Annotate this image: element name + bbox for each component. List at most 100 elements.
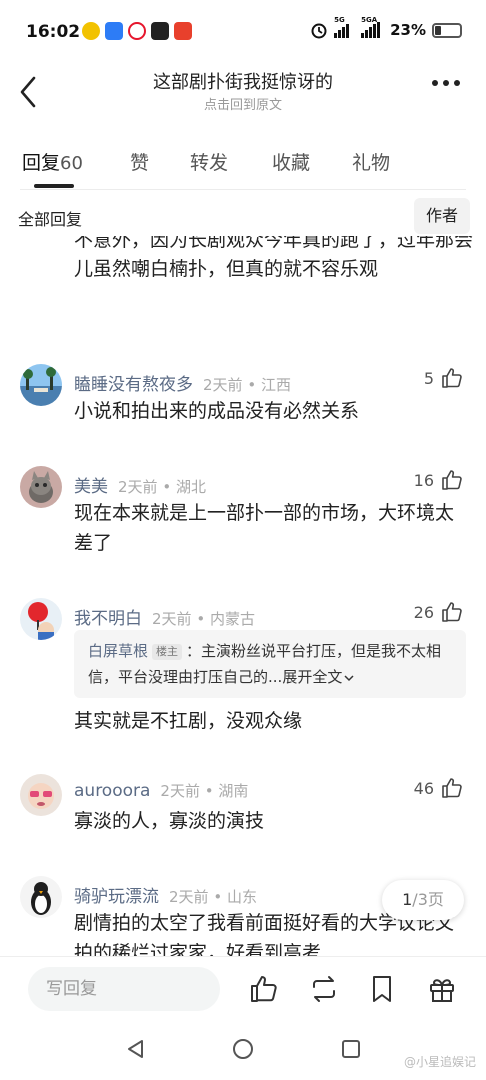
gift-icon[interactable] [426, 973, 458, 1005]
location-text: 内蒙古 [209, 610, 255, 628]
watermark: @小星追娱记 [403, 1055, 476, 1069]
author-filter-button[interactable]: 作者 [413, 198, 470, 234]
status-bar: 16:02 5G 5GA 23% [0, 0, 486, 62]
reply-input[interactable]: 写回复 [28, 967, 220, 1011]
signal-label: 5GA [361, 16, 378, 24]
battery-percent: 23% [390, 21, 426, 39]
status-time: 16:02 [26, 22, 81, 42]
commenter-name[interactable]: 骑驴玩漂流 [74, 887, 159, 907]
header: 这部剧扑街我挺惊讶的 点击回到原文 [0, 62, 486, 120]
repost-icon[interactable] [308, 973, 340, 1005]
all-replies-filter[interactable]: 全部回复 [18, 206, 82, 230]
location-text: 江西 [260, 376, 291, 394]
comment-meta: 美美 2天前 • 湖北 [74, 472, 206, 497]
bottom-action-bar: 写回复 [0, 957, 486, 1021]
dot [454, 80, 460, 86]
reply-author[interactable]: 白屏草根 [88, 642, 148, 660]
time-text: 2天前 [203, 376, 243, 394]
like-button[interactable]: 16 [414, 468, 464, 492]
current-page: 1 [402, 890, 413, 909]
comment-meta: 瞌睡没有熬夜多 2天前 • 江西 [74, 370, 291, 395]
signal-label: 5G [334, 16, 345, 24]
like-button[interactable]: 5 [424, 366, 464, 390]
divider [20, 189, 466, 190]
comment-text: 寡淡的人，寡淡的演技 [74, 810, 265, 832]
more-options-button[interactable] [432, 80, 460, 86]
app-notification-icon [105, 22, 123, 40]
avatar[interactable] [20, 598, 62, 640]
dot [443, 80, 449, 86]
like-count: 5 [423, 368, 434, 388]
reply-count: 60 [60, 153, 83, 174]
comment-meta: aurooora 2天前 • 湖南 [74, 780, 248, 801]
active-tab-indicator [34, 184, 74, 188]
avatar[interactable] [20, 364, 62, 406]
comment-time: 2天前 • 内蒙古 [152, 610, 255, 628]
like-icon[interactable] [248, 973, 280, 1005]
avatar[interactable] [20, 466, 62, 508]
like-count: 26 [413, 602, 434, 622]
tab-favorites[interactable]: 收藏 [272, 148, 310, 175]
quoted-reply[interactable]: 白屏草根 楼主 ：主演粉丝说平台打压，但是我不太相信，平台没理由打压自己的...展开… [74, 630, 466, 698]
tab-reposts[interactable]: 转发 [190, 148, 228, 175]
thumbs-up-icon [442, 470, 462, 490]
comment-list[interactable]: 不意外，因为长剧观众今年真的跑了，过年那会儿虽然嘲白楠扑，但真的就不容乐观 瞌睡… [0, 236, 486, 956]
comment-meta: 我不明白 2天前 • 内蒙古 [74, 604, 255, 629]
comment-meta: 骑驴玩漂流 2天前 • 山东 [74, 882, 257, 907]
time-text: 2天前 [152, 610, 192, 628]
comment-time: 2天前 • 江西 [203, 376, 291, 394]
signal-icon: 5GA [361, 16, 381, 38]
expand-link[interactable]: 展开全文 [282, 668, 342, 686]
bookmark-icon[interactable] [366, 973, 398, 1005]
page-indicator[interactable]: 1/3页 [382, 880, 464, 920]
like-count: 16 [413, 470, 434, 490]
location-text: 湖南 [218, 782, 249, 800]
time-text: 2天前 [169, 888, 209, 906]
location-text: 山东 [226, 888, 257, 906]
status-indicators: 5G 5GA 23% [310, 16, 462, 39]
like-count: 46 [413, 778, 434, 798]
alarm-icon [311, 23, 327, 39]
thumbs-up-icon [442, 602, 462, 622]
commenter-name[interactable]: 美美 [74, 477, 108, 497]
comment-time: 2天前 • 湖南 [160, 782, 249, 800]
thumbs-up-icon [442, 368, 462, 388]
total-pages: /3页 [412, 890, 444, 909]
tab-likes[interactable]: 赞 [130, 148, 149, 175]
commenter-name[interactable]: 我不明白 [74, 609, 142, 629]
tab-label: 回复 [22, 152, 61, 174]
signal-icon: 5G [334, 16, 350, 38]
nav-home-icon[interactable] [231, 1037, 255, 1061]
location-text: 湖北 [175, 478, 206, 496]
avatar[interactable] [20, 876, 62, 918]
page-title[interactable]: 这部剧扑街我挺惊讶的 [0, 68, 486, 94]
system-nav-bar: @小星追娱记 [0, 1021, 486, 1080]
chevron-down-icon [344, 674, 354, 681]
battery-icon [432, 22, 462, 38]
nav-recents-icon[interactable] [339, 1037, 363, 1061]
comment-text: 不意外，因为长剧观众今年真的跑了，过年那会儿虽然嘲白楠扑，但真的就不容乐观 [74, 236, 474, 280]
dot [432, 80, 438, 86]
tab-bar: 回复60 赞 转发 收藏 礼物 [0, 140, 486, 188]
app-notification-icon [82, 22, 100, 40]
nav-back-icon[interactable] [124, 1037, 148, 1061]
thumbs-up-icon [442, 778, 462, 798]
like-button[interactable]: 26 [414, 600, 464, 624]
time-text: 2天前 [160, 782, 200, 800]
partial-comment: 不意外，因为长剧观众今年真的跑了，过年那会儿虽然嘲白楠扑，但真的就不容乐观 [0, 236, 486, 326]
comment-time: 2天前 • 山东 [169, 888, 257, 906]
tab-gifts[interactable]: 礼物 [352, 148, 390, 175]
app-notification-icon [151, 22, 169, 40]
op-badge: 楼主 [152, 643, 183, 660]
like-button[interactable]: 46 [414, 776, 464, 800]
commenter-name[interactable]: aurooora [74, 781, 150, 801]
commenter-name[interactable]: 瞌睡没有熬夜多 [74, 375, 193, 395]
weibo-icon [128, 22, 146, 40]
avatar[interactable] [20, 774, 62, 816]
tab-replies[interactable]: 回复60 [22, 148, 83, 175]
comment-text: 其实就是不扛剧，没观众缘 [74, 710, 303, 732]
comment-text: 小说和拍出来的成品没有必然关系 [74, 400, 360, 422]
filter-row: 全部回复 作者 [0, 196, 486, 236]
comment-text: 现在本来就是上一部扑一部的市场，大环境太差了 [74, 502, 455, 554]
back-to-original-link[interactable]: 点击回到原文 [0, 94, 486, 113]
